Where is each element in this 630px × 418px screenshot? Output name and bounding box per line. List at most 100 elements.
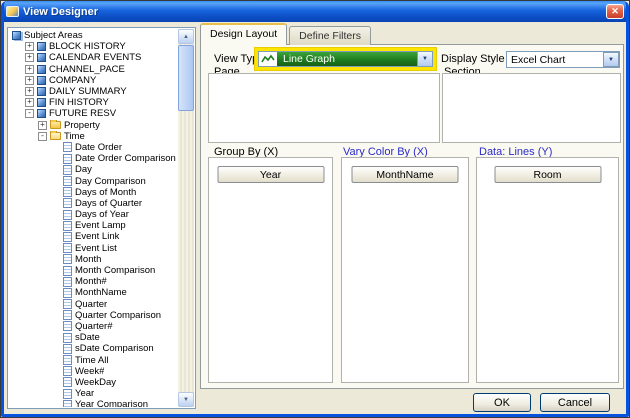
tree-item[interactable]: Month xyxy=(9,254,178,265)
expand-plus-icon[interactable]: + xyxy=(25,98,34,107)
tree-item-label[interactable]: COMPANY xyxy=(49,75,96,86)
tree-item[interactable]: Year xyxy=(9,388,178,399)
tab-design-layout[interactable]: Design Layout xyxy=(200,23,287,45)
tree-item[interactable]: WeekDay xyxy=(9,377,178,388)
tree-item-label[interactable]: Year Comparison xyxy=(75,399,148,407)
column-icon xyxy=(63,243,72,253)
tree-item[interactable]: Month# xyxy=(9,276,178,287)
data-lines-dropzone[interactable]: Room xyxy=(476,157,619,383)
tree-item-label[interactable]: sDate xyxy=(75,332,100,343)
tree-item-label[interactable]: Days of Quarter xyxy=(75,198,142,209)
expand-plus-icon[interactable]: + xyxy=(25,87,34,96)
expand-plus-icon[interactable]: + xyxy=(25,65,34,74)
scroll-up-button[interactable]: ▲ xyxy=(178,29,194,44)
view-type-dropdown[interactable]: Line Graph ▼ xyxy=(258,51,433,67)
tree-item[interactable]: Days of Year xyxy=(9,209,178,220)
tree-item-label[interactable]: Year xyxy=(75,388,94,399)
tree-item-label[interactable]: FIN HISTORY xyxy=(49,97,109,108)
tree-item-label[interactable]: CALENDAR EVENTS xyxy=(49,52,141,63)
tree-item[interactable]: Days of Month xyxy=(9,187,178,198)
tree-item-label[interactable]: Time All xyxy=(75,355,108,366)
group-by-dropzone[interactable]: Year xyxy=(208,157,333,383)
view-type-dropdown-button[interactable]: ▼ xyxy=(417,51,433,67)
tree-scrollbar[interactable]: ▲ ▼ xyxy=(178,29,194,407)
tree-item-label[interactable]: CHANNEL_PACE xyxy=(49,64,125,75)
tree-item[interactable]: + Property xyxy=(9,120,178,131)
tree-item-label[interactable]: MonthName xyxy=(75,287,127,298)
tree-item-label[interactable]: Days of Year xyxy=(75,209,129,220)
tree-item[interactable]: Date Order Comparison xyxy=(9,153,178,164)
tree-item[interactable]: Date Order xyxy=(9,142,178,153)
expand-plus-icon[interactable]: + xyxy=(38,121,47,130)
collapse-minus-icon[interactable]: - xyxy=(25,109,34,118)
tree-item[interactable]: Day xyxy=(9,164,178,175)
tree-item[interactable]: Event List xyxy=(9,243,178,254)
tree-item-label[interactable]: Subject Areas xyxy=(24,30,83,41)
vary-color-by-dropzone[interactable]: MonthName xyxy=(341,157,469,383)
tree-item-label[interactable]: WeekDay xyxy=(75,377,116,388)
tree-item-label[interactable]: FUTURE RESV xyxy=(49,108,116,119)
tree-item-label[interactable]: Month Comparison xyxy=(75,265,155,276)
tree-item-label[interactable]: Property xyxy=(64,120,100,131)
tree-item[interactable]: Event Link xyxy=(9,231,178,242)
tree-item[interactable]: Subject Areas xyxy=(9,30,178,41)
tree-item[interactable]: + DAILY SUMMARY xyxy=(9,86,178,97)
expand-plus-icon[interactable]: + xyxy=(25,53,34,62)
tree-item-label[interactable]: Date Order xyxy=(75,142,122,153)
tree-item-label[interactable]: BLOCK HISTORY xyxy=(49,41,126,52)
tree-item[interactable]: + COMPANY xyxy=(9,75,178,86)
tree-item-label[interactable]: Event Lamp xyxy=(75,220,126,231)
tree-item-label[interactable]: Quarter# xyxy=(75,321,113,332)
tree-item-label[interactable]: Day xyxy=(75,164,92,175)
tree-item[interactable]: Days of Quarter xyxy=(9,198,178,209)
tree-item[interactable]: Quarter# xyxy=(9,321,178,332)
expand-plus-icon[interactable]: + xyxy=(25,42,34,51)
tree-item-label[interactable]: Quarter Comparison xyxy=(75,310,161,321)
tree-item[interactable]: sDate Comparison xyxy=(9,343,178,354)
tree-item[interactable]: + BLOCK HISTORY xyxy=(9,41,178,52)
tree-item[interactable]: Month Comparison xyxy=(9,265,178,276)
tree-item[interactable]: Week# xyxy=(9,366,178,377)
section-dropzone[interactable] xyxy=(442,73,621,143)
display-style-dropdown[interactable]: Excel Chart ▼ xyxy=(506,51,620,68)
tree-item[interactable]: + CALENDAR EVENTS xyxy=(9,52,178,63)
tab-define-filters[interactable]: Define Filters xyxy=(289,26,371,45)
group-by-field-button[interactable]: Year xyxy=(217,166,324,183)
cancel-button[interactable]: Cancel xyxy=(540,393,610,412)
tree-item[interactable]: sDate xyxy=(9,332,178,343)
tree-item-label[interactable]: DAILY SUMMARY xyxy=(49,86,127,97)
tree-item-label[interactable]: Quarter xyxy=(75,299,107,310)
tree-item-label[interactable]: sDate Comparison xyxy=(75,343,154,354)
scrollbar-thumb[interactable] xyxy=(178,45,194,111)
tree-item-label[interactable]: Event List xyxy=(75,243,117,254)
tree-item-label[interactable]: Week# xyxy=(75,366,104,377)
tree-item[interactable]: - Time xyxy=(9,131,178,142)
display-style-dropdown-button[interactable]: ▼ xyxy=(603,52,619,67)
close-button[interactable]: ✕ xyxy=(606,4,624,19)
tree-item-label[interactable]: Month xyxy=(75,254,101,265)
tree-item-label[interactable]: Date Order Comparison xyxy=(75,153,176,164)
tree-item[interactable]: Time All xyxy=(9,354,178,365)
tree-item[interactable]: - FUTURE RESV xyxy=(9,108,178,119)
tree-item[interactable]: Day Comparison xyxy=(9,175,178,186)
tree-item[interactable]: Event Lamp xyxy=(9,220,178,231)
titlebar[interactable]: View Designer ✕ xyxy=(1,1,629,22)
scroll-down-button[interactable]: ▼ xyxy=(178,392,194,407)
page-dropzone[interactable] xyxy=(208,73,440,143)
collapse-minus-icon[interactable]: - xyxy=(38,132,47,141)
expand-plus-icon[interactable]: + xyxy=(25,76,34,85)
tree-item[interactable]: Quarter xyxy=(9,299,178,310)
tree-item-label[interactable]: Event Link xyxy=(75,231,119,242)
tree-item[interactable]: + CHANNEL_PACE xyxy=(9,64,178,75)
tree-item[interactable]: MonthName xyxy=(9,287,178,298)
vary-color-field-button[interactable]: MonthName xyxy=(352,166,459,183)
tree-item-label[interactable]: Days of Month xyxy=(75,187,136,198)
tree-item-label[interactable]: Month# xyxy=(75,276,107,287)
ok-button[interactable]: OK xyxy=(473,393,531,412)
tree-item[interactable]: + FIN HISTORY xyxy=(9,97,178,108)
tree-item[interactable]: Year Comparison xyxy=(9,399,178,407)
tree-item-label[interactable]: Day Comparison xyxy=(75,176,146,187)
tree-item[interactable]: Quarter Comparison xyxy=(9,310,178,321)
tree-item-label[interactable]: Time xyxy=(64,131,85,142)
data-lines-field-button[interactable]: Room xyxy=(494,166,601,183)
